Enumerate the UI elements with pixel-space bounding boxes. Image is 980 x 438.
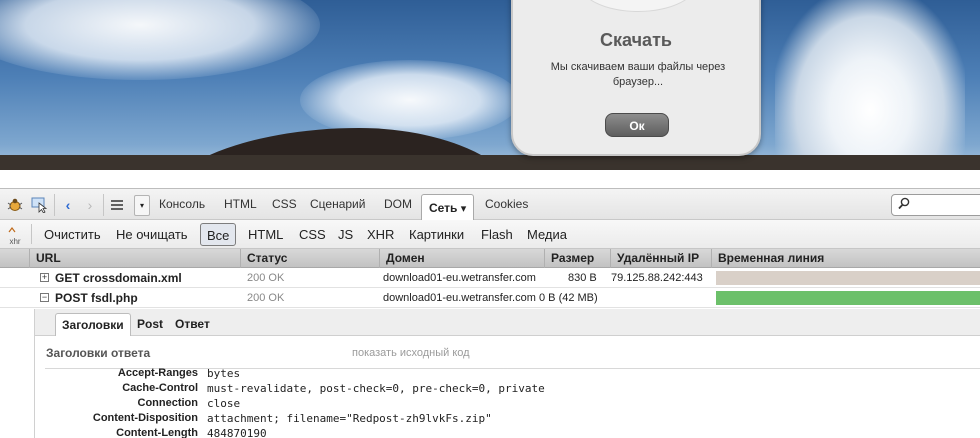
dialog-title: Скачать bbox=[600, 30, 672, 50]
filter-media[interactable]: Медиа bbox=[523, 223, 571, 246]
header-name: Content-Length bbox=[116, 427, 198, 438]
tab-net-label: Сеть bbox=[429, 201, 458, 215]
tab-response[interactable]: Ответ bbox=[169, 313, 216, 336]
cloud bbox=[0, 0, 320, 80]
persist-button[interactable]: Не очищать bbox=[112, 223, 192, 246]
tab-console[interactable]: Консоль bbox=[155, 189, 209, 220]
download-dialog: Скачать Мы скачиваем ваши файлы через бр… bbox=[511, 0, 761, 156]
forward-arrow-icon[interactable]: › bbox=[81, 197, 99, 213]
column-size[interactable]: Размер bbox=[544, 249, 610, 268]
tab-post[interactable]: Post bbox=[131, 313, 169, 336]
header-row: Content-Disposition attachment; filename… bbox=[35, 412, 980, 427]
firebug-main-toolbar: ‹ › ▾ Консоль HTML CSS Сценарий DOM Сеть… bbox=[0, 188, 980, 221]
header-name: Content-Disposition bbox=[92, 412, 198, 424]
request-domain: download01-eu.wetransfer.com bbox=[383, 272, 536, 284]
search-icon bbox=[898, 197, 910, 213]
header-name: Cache-Control bbox=[122, 382, 198, 394]
request-status: 200 OK bbox=[247, 272, 285, 284]
firebug-bug-icon[interactable] bbox=[6, 197, 24, 213]
geyser-plume bbox=[775, 0, 965, 170]
menu-lines-icon[interactable] bbox=[108, 197, 126, 213]
header-value: 484870190 bbox=[207, 427, 267, 438]
header-name: Accept-Ranges bbox=[117, 367, 198, 379]
panel-dropdown-button[interactable]: ▾ bbox=[134, 195, 150, 216]
tab-html[interactable]: HTML bbox=[220, 189, 261, 220]
toolbar-separator bbox=[103, 194, 104, 216]
tab-css[interactable]: CSS bbox=[268, 189, 301, 220]
request-details: Заголовки Post Ответ Заголовки ответа по… bbox=[34, 309, 980, 438]
request-size: 0 B (42 MB) bbox=[539, 292, 598, 304]
column-domain[interactable]: Домен bbox=[379, 249, 544, 268]
tab-script[interactable]: Сценарий bbox=[306, 189, 369, 220]
column-timeline[interactable]: Временная линия bbox=[711, 249, 980, 268]
tab-dom[interactable]: DOM bbox=[380, 189, 416, 220]
collapse-icon[interactable]: − bbox=[40, 293, 49, 302]
header-value: bytes bbox=[207, 367, 241, 380]
expand-icon[interactable]: + bbox=[40, 273, 49, 282]
request-remote-ip: 79.125.88.242:443 bbox=[611, 272, 703, 284]
clear-button[interactable]: Очистить bbox=[40, 223, 105, 246]
column-status[interactable]: Статус bbox=[240, 249, 378, 268]
table-row[interactable]: + GET crossdomain.xml 200 OK download01-… bbox=[0, 268, 980, 288]
column-url[interactable]: URL bbox=[29, 249, 239, 268]
table-row[interactable]: − POST fsdl.php 200 OK download01-eu.wet… bbox=[0, 288, 980, 308]
filter-flash[interactable]: Flash bbox=[477, 223, 517, 246]
back-arrow-icon[interactable]: ‹ bbox=[59, 197, 77, 213]
filter-all[interactable]: Все bbox=[200, 223, 237, 246]
filter-html[interactable]: HTML bbox=[244, 223, 287, 246]
header-row: Connection close bbox=[35, 397, 980, 412]
webpage-background: Скачать Мы скачиваем ваши файлы через бр… bbox=[0, 0, 980, 170]
header-value: must-revalidate, post-check=0, pre-check… bbox=[207, 382, 545, 395]
search-input[interactable] bbox=[891, 194, 980, 216]
filter-images[interactable]: Картинки bbox=[405, 223, 468, 246]
details-tabs: Заголовки Post Ответ bbox=[35, 309, 980, 336]
header-row: Cache-Control must-revalidate, post-chec… bbox=[35, 382, 980, 397]
filter-xhr[interactable]: XHR bbox=[363, 223, 398, 246]
xhr-icon[interactable]: xhr bbox=[7, 226, 23, 246]
ok-button[interactable]: Ок bbox=[605, 113, 669, 137]
filter-js[interactable]: JS bbox=[334, 223, 357, 246]
header-value: attachment; filename="Redpost-zh9lvkFs.z… bbox=[207, 412, 492, 425]
dialog-circle-graphic bbox=[578, 0, 698, 12]
xhr-icon-label: xhr bbox=[9, 237, 21, 246]
tab-net[interactable]: Сеть ▾ bbox=[421, 194, 475, 221]
request-size: 830 B bbox=[568, 272, 597, 284]
timeline-bar[interactable] bbox=[716, 271, 980, 285]
filter-css[interactable]: CSS bbox=[295, 223, 330, 246]
request-status: 200 OK bbox=[247, 292, 285, 304]
section-title[interactable]: Заголовки ответа bbox=[46, 346, 150, 360]
net-table-header: URL Статус Домен Размер Удалённый IP Вре… bbox=[0, 249, 980, 268]
header-name: Connection bbox=[137, 397, 199, 409]
net-filter-toolbar: xhr Очистить Не очищать Все HTML CSS JS … bbox=[0, 220, 980, 249]
tab-cookies[interactable]: Cookies bbox=[481, 189, 532, 220]
request-domain: download01-eu.wetransfer.com bbox=[383, 292, 536, 304]
timeline-bar[interactable] bbox=[716, 291, 980, 305]
dialog-message: Мы скачиваем ваши файлы через браузер... bbox=[550, 61, 726, 88]
tab-headers[interactable]: Заголовки bbox=[55, 313, 131, 336]
column-remote-ip[interactable]: Удалённый IP bbox=[610, 249, 711, 268]
header-row: Content-Length 484870190 bbox=[35, 427, 980, 438]
request-url[interactable]: POST fsdl.php bbox=[55, 288, 138, 308]
inspect-element-icon[interactable] bbox=[31, 197, 49, 213]
chevron-down-icon: ▾ bbox=[460, 203, 467, 215]
toolbar-separator bbox=[31, 224, 32, 244]
header-value: close bbox=[207, 397, 241, 410]
hillside bbox=[0, 155, 980, 170]
toolbar-separator bbox=[54, 194, 55, 216]
show-source-link[interactable]: показать исходный код bbox=[352, 347, 470, 359]
request-url[interactable]: GET crossdomain.xml bbox=[55, 268, 182, 288]
firebug-panel: ‹ › ▾ Консоль HTML CSS Сценарий DOM Сеть… bbox=[0, 188, 980, 438]
header-row: Accept-Ranges bytes bbox=[35, 367, 980, 382]
